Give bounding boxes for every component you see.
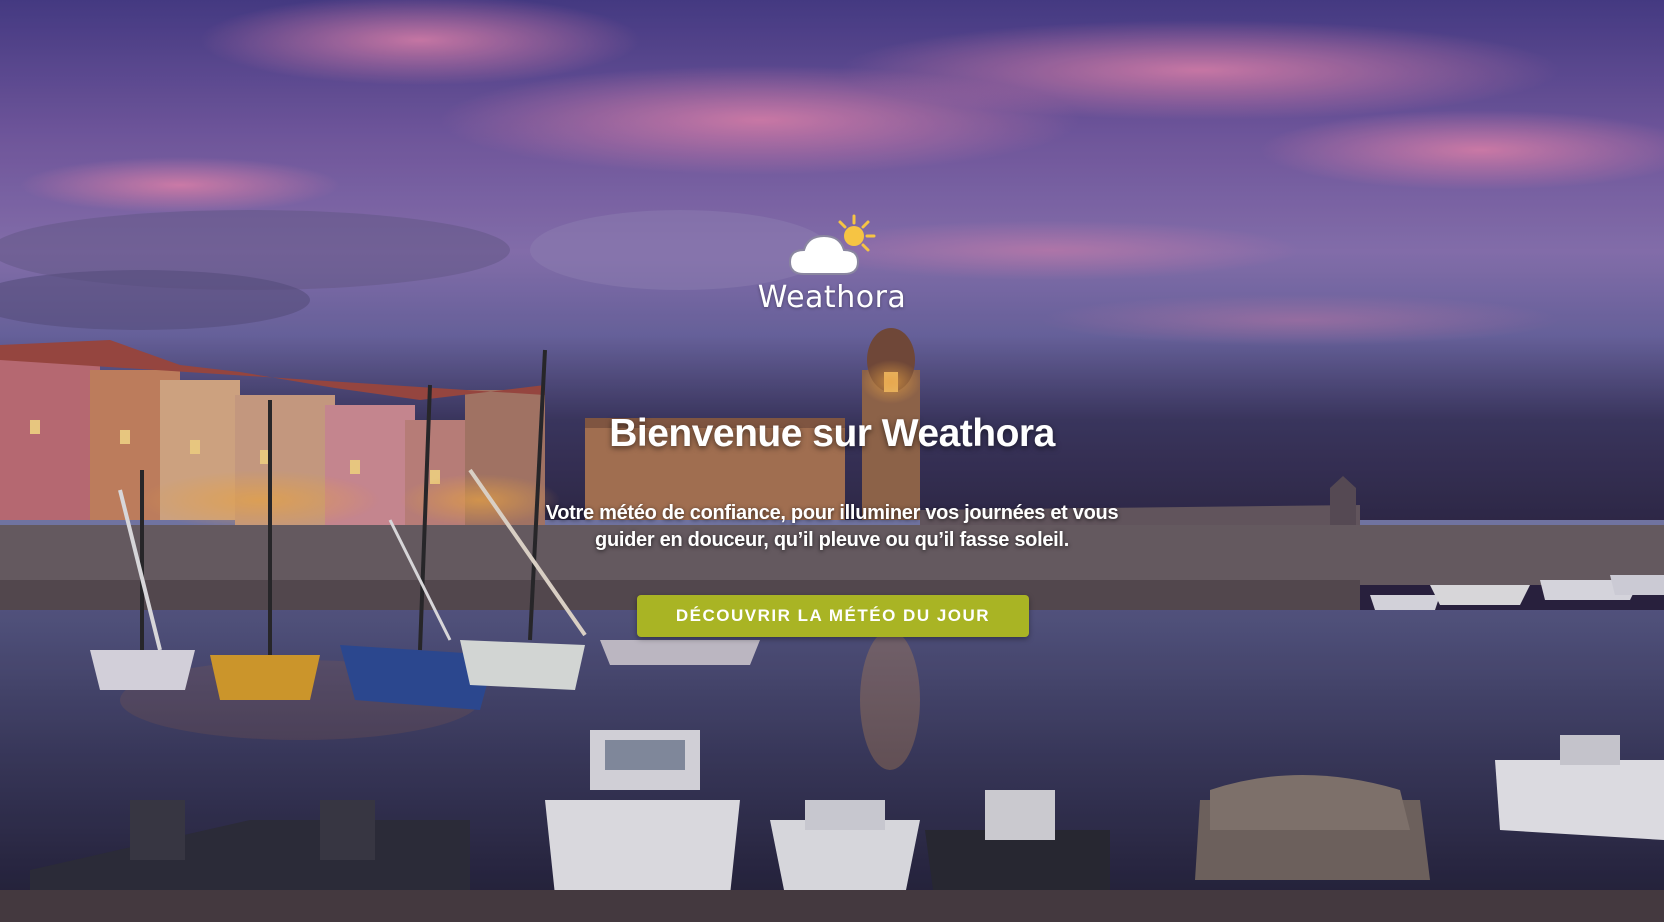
tagline-line-1: Votre météo de confiance, pour illuminer… <box>545 502 1119 524</box>
discover-weather-button[interactable]: DÉCOUVRIR LA MÉTÉO DU JOUR <box>637 595 1029 637</box>
brand-name: Weathora <box>757 280 907 315</box>
cloud-sun-icon <box>788 214 876 275</box>
background-dim-overlay <box>0 0 1664 922</box>
tagline-line-2: guider en douceur, qu’il pleuve ou qu’il… <box>595 529 1069 551</box>
brand-logo[interactable]: Weathora <box>732 212 932 315</box>
hero-section: Weathora Bienvenue sur Weathora Votre mé… <box>0 0 1664 922</box>
hero-headline: Bienvenue sur Weathora <box>609 412 1055 455</box>
hero-tagline: Votre météo de confiance, pour illuminer… <box>482 500 1182 554</box>
